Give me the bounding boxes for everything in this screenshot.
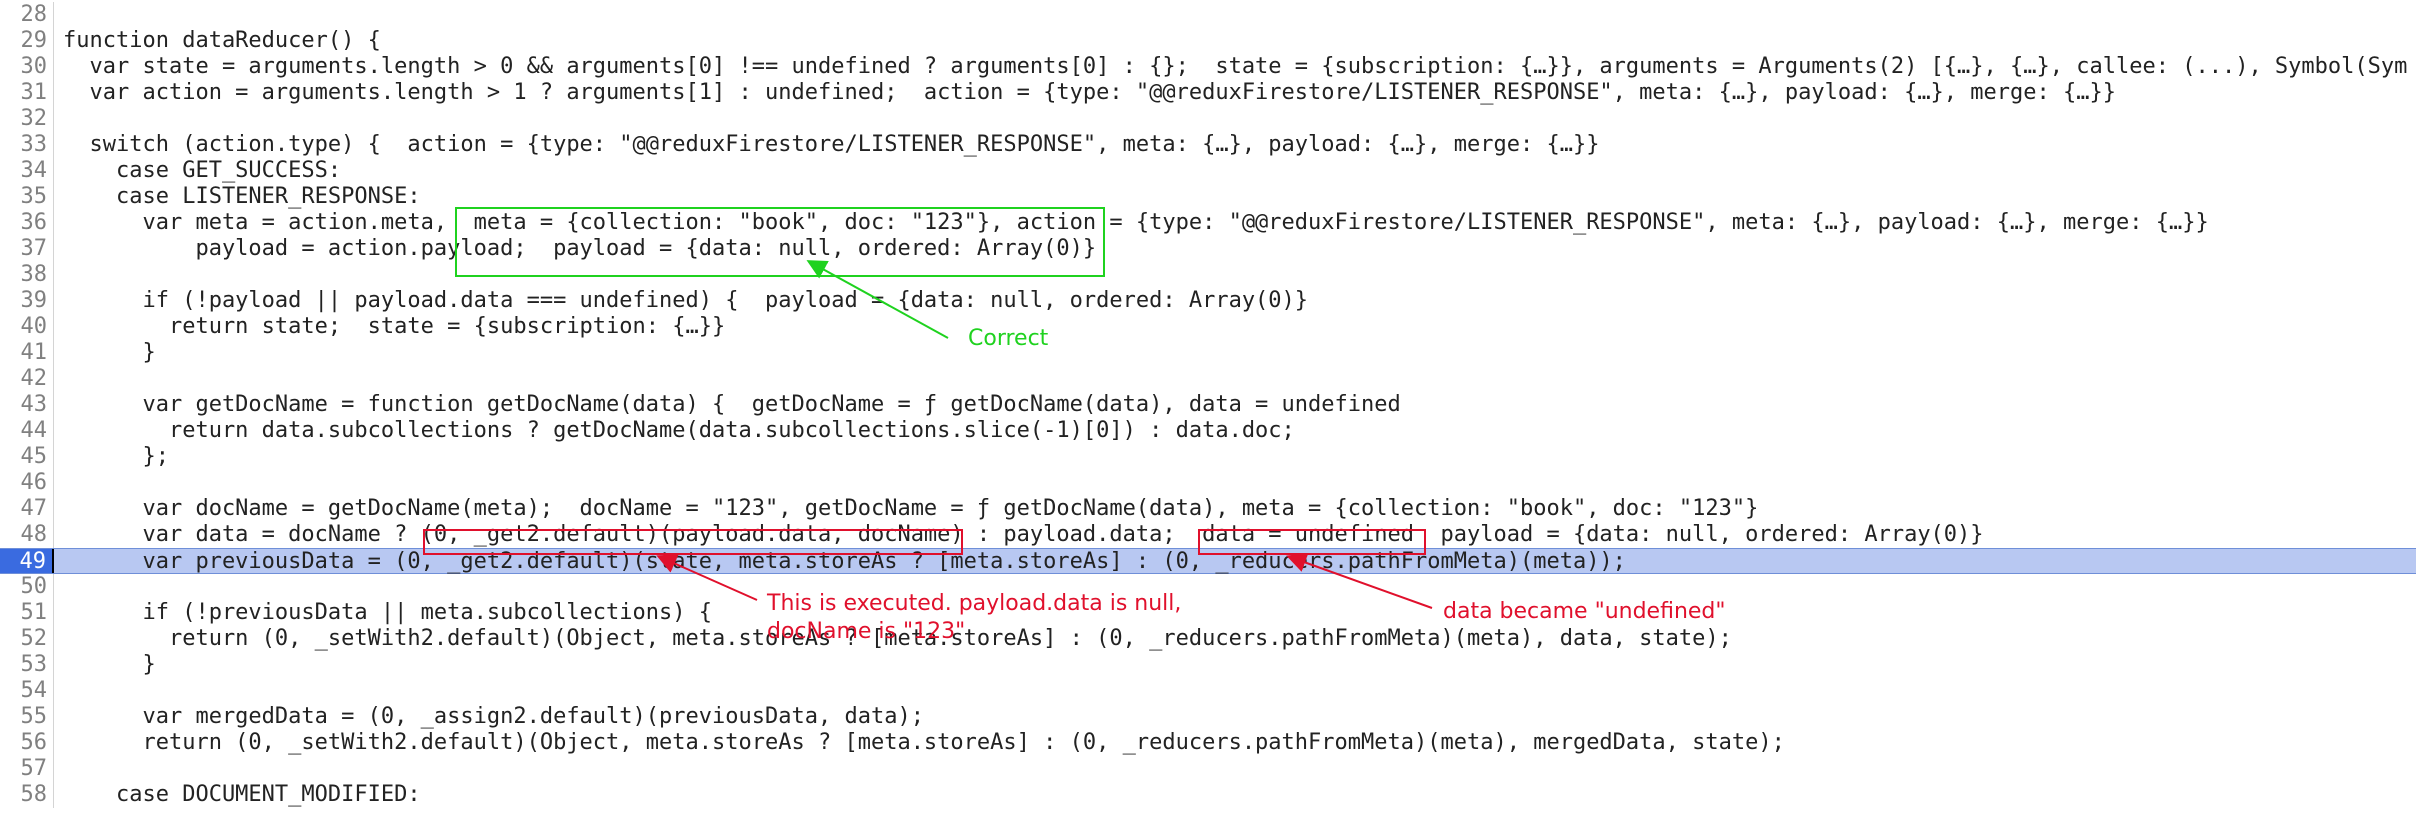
- undefined-highlight-box: [1198, 529, 1426, 555]
- code-line[interactable]: 52 return (0, _setWith2.default)(Object,…: [0, 626, 2416, 652]
- line-number[interactable]: 45: [0, 444, 54, 470]
- code-line[interactable]: 29 function dataReducer() {: [0, 28, 2416, 54]
- code-text: function dataReducer() {: [63, 28, 381, 53]
- correct-highlight-box: [455, 207, 1105, 277]
- code-text: var getDocName = function getDocName(dat…: [63, 392, 1401, 417]
- code-line[interactable]: 42: [0, 366, 2416, 392]
- code-text: var state = arguments.length > 0 && argu…: [63, 54, 2408, 79]
- code-line[interactable]: 32: [0, 106, 2416, 132]
- line-number[interactable]: 31: [0, 80, 54, 106]
- code-line[interactable]: 45 };: [0, 444, 2416, 470]
- code-text: if (!previousData || meta.subcollections…: [63, 600, 713, 625]
- line-number[interactable]: 41: [0, 340, 54, 366]
- code-text: var data = docName ? (0, _get2.default)(…: [63, 522, 1984, 547]
- code-line[interactable]: 46: [0, 470, 2416, 496]
- line-number[interactable]: 57: [0, 756, 54, 782]
- code-text: }: [63, 340, 156, 365]
- line-number[interactable]: 30: [0, 54, 54, 80]
- code-text: case LISTENER_RESPONSE:: [63, 184, 421, 209]
- line-number[interactable]: 38: [0, 262, 54, 288]
- code-line[interactable]: 33 switch (action.type) { action = {type…: [0, 132, 2416, 158]
- code-text: switch (action.type) { action = {type: "…: [63, 132, 1600, 157]
- line-number[interactable]: 47: [0, 496, 54, 522]
- line-number[interactable]: 49: [0, 549, 54, 574]
- line-number[interactable]: 34: [0, 158, 54, 184]
- line-number[interactable]: 58: [0, 782, 54, 808]
- code-text: var mergedData = (0, _assign2.default)(p…: [63, 704, 924, 729]
- line-number[interactable]: 36: [0, 210, 54, 236]
- line-number[interactable]: 55: [0, 704, 54, 730]
- code-text: var meta = action.meta, meta = {collecti…: [63, 210, 2209, 235]
- line-number[interactable]: 48: [0, 522, 54, 548]
- code-line[interactable]: 41 }: [0, 340, 2416, 366]
- code-line[interactable]: 31 var action = arguments.length > 1 ? a…: [0, 80, 2416, 106]
- code-line[interactable]: 56 return (0, _setWith2.default)(Object,…: [0, 730, 2416, 756]
- line-number[interactable]: 46: [0, 470, 54, 496]
- line-number[interactable]: 44: [0, 418, 54, 444]
- code-text: case DOCUMENT_MODIFIED:: [63, 782, 421, 807]
- line-number[interactable]: 28: [0, 2, 54, 28]
- line-number[interactable]: 39: [0, 288, 54, 314]
- line-number[interactable]: 51: [0, 600, 54, 626]
- line-number[interactable]: 54: [0, 678, 54, 704]
- correct-note: Correct: [968, 326, 1049, 351]
- code-line[interactable]: 30 var state = arguments.length > 0 && a…: [0, 54, 2416, 80]
- code-line[interactable]: 43 var getDocName = function getDocName(…: [0, 392, 2416, 418]
- line-number[interactable]: 53: [0, 652, 54, 678]
- code-text: var docName = getDocName(meta); docName …: [63, 496, 1759, 521]
- code-text: case GET_SUCCESS:: [63, 158, 342, 183]
- code-line[interactable]: 36 var meta = action.meta, meta = {colle…: [0, 210, 2416, 236]
- code-text: return data.subcollections ? getDocName(…: [63, 418, 1295, 443]
- line-number[interactable]: 56: [0, 730, 54, 756]
- line-number[interactable]: 52: [0, 626, 54, 652]
- code-text: return (0, _setWith2.default)(Object, me…: [63, 730, 1785, 755]
- code-text: return state; state = {subscription: {…}…: [63, 314, 726, 339]
- code-text: if (!payload || payload.data === undefin…: [63, 288, 1309, 313]
- code-line[interactable]: 47 var docName = getDocName(meta); docNa…: [0, 496, 2416, 522]
- code-line[interactable]: 34 case GET_SUCCESS:: [0, 158, 2416, 184]
- code-line[interactable]: 35 case LISTENER_RESPONSE:: [0, 184, 2416, 210]
- line-number[interactable]: 42: [0, 366, 54, 392]
- line-number[interactable]: 50: [0, 574, 54, 600]
- code-line[interactable]: 39 if (!payload || payload.data === unde…: [0, 288, 2416, 314]
- code-line[interactable]: 58 case DOCUMENT_MODIFIED:: [0, 782, 2416, 808]
- line-number[interactable]: 29: [0, 28, 54, 54]
- code-line[interactable]: 44 return data.subcollections ? getDocNa…: [0, 418, 2416, 444]
- undefined-note: data became "undefined": [1443, 599, 1726, 624]
- code-line[interactable]: 28: [0, 2, 2416, 28]
- line-number[interactable]: 43: [0, 392, 54, 418]
- code-line[interactable]: 54: [0, 678, 2416, 704]
- code-line[interactable]: 40 return state; state = {subscription: …: [0, 314, 2416, 340]
- line-number[interactable]: 37: [0, 236, 54, 262]
- code-line[interactable]: 51 if (!previousData || meta.subcollecti…: [0, 600, 2416, 626]
- code-text: };: [63, 444, 169, 469]
- code-line[interactable]: 55 var mergedData = (0, _assign2.default…: [0, 704, 2416, 730]
- code-line[interactable]: 37 payload = action.payload; payload = {…: [0, 236, 2416, 262]
- code-line[interactable]: 57: [0, 756, 2416, 782]
- code-line[interactable]: 53 }: [0, 652, 2416, 678]
- executed-highlight-box: [423, 529, 963, 555]
- code-text: }: [63, 652, 156, 677]
- executed-note: This is executed. payload.data is null, …: [767, 591, 1182, 644]
- code-line[interactable]: 50: [0, 574, 2416, 600]
- code-editor[interactable]: 28 29 function dataReducer() {30 var state…: [0, 0, 2416, 816]
- line-number[interactable]: 33: [0, 132, 54, 158]
- line-number[interactable]: 40: [0, 314, 54, 340]
- code-line[interactable]: 38: [0, 262, 2416, 288]
- line-number[interactable]: 35: [0, 184, 54, 210]
- line-number[interactable]: 32: [0, 106, 54, 132]
- code-text: var action = arguments.length > 1 ? argu…: [63, 80, 2116, 105]
